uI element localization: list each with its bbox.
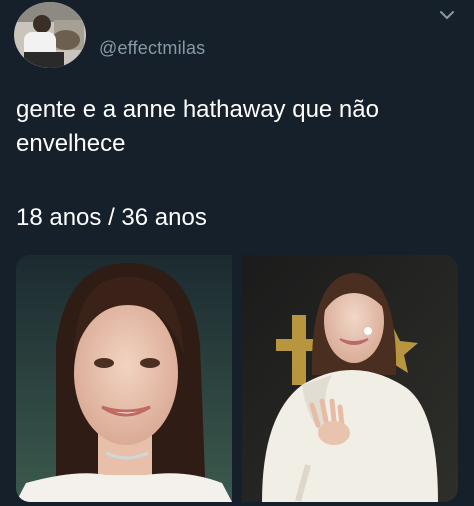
- photo-adult[interactable]: [242, 255, 458, 502]
- tweet-text: gente e a anne hathaway que não envelhec…: [16, 93, 456, 235]
- tweet-text-line: gente e a anne hathaway que não envelhec…: [16, 96, 379, 157]
- author-handle[interactable]: @effectmilas: [99, 38, 205, 59]
- photo-young[interactable]: [16, 255, 232, 502]
- tweet-media[interactable]: [16, 255, 458, 502]
- avatar[interactable]: [14, 2, 86, 68]
- chevron-down-icon[interactable]: [438, 8, 456, 22]
- tweet-card: @effectmilas gente e a anne hathaway que…: [0, 0, 474, 506]
- tweet-text-ages: 18 anos / 36 anos: [16, 204, 207, 231]
